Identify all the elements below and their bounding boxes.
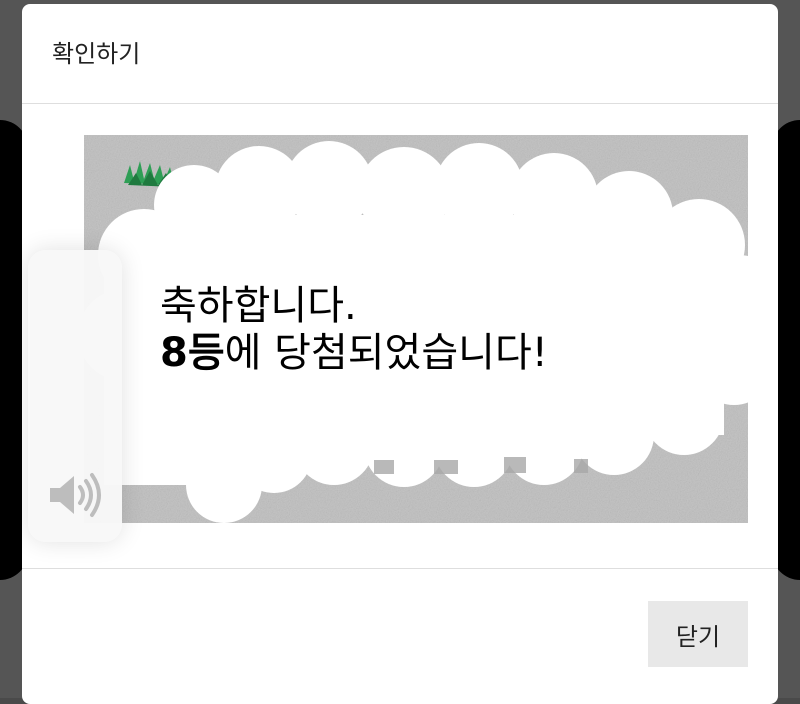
congrats-text: 축하합니다. xyxy=(160,283,357,329)
prize-result-text: 8등에 당첨되었습니다! xyxy=(160,330,548,377)
dialog-title: 확인하기 xyxy=(52,40,141,68)
dialog-footer: 닫기 xyxy=(22,568,778,704)
close-button[interactable]: 닫기 xyxy=(648,601,748,667)
prize-rank: 8등 xyxy=(160,330,225,377)
volume-panel[interactable] xyxy=(28,250,122,542)
dialog-header: 확인하기 xyxy=(22,4,778,104)
speaker-volume-icon[interactable] xyxy=(46,470,104,520)
confirm-dialog: 확인하기 축하합니다. 8등에 당첨되었습니다! 닫기 xyxy=(22,4,778,704)
prize-result-rest: 에 당첨되었습니다! xyxy=(224,330,548,377)
prize-message: 축하합니다. 8등에 당첨되었습니다! xyxy=(160,283,548,377)
scratch-card[interactable]: 축하합니다. 8등에 당첨되었습니다! xyxy=(84,135,748,523)
